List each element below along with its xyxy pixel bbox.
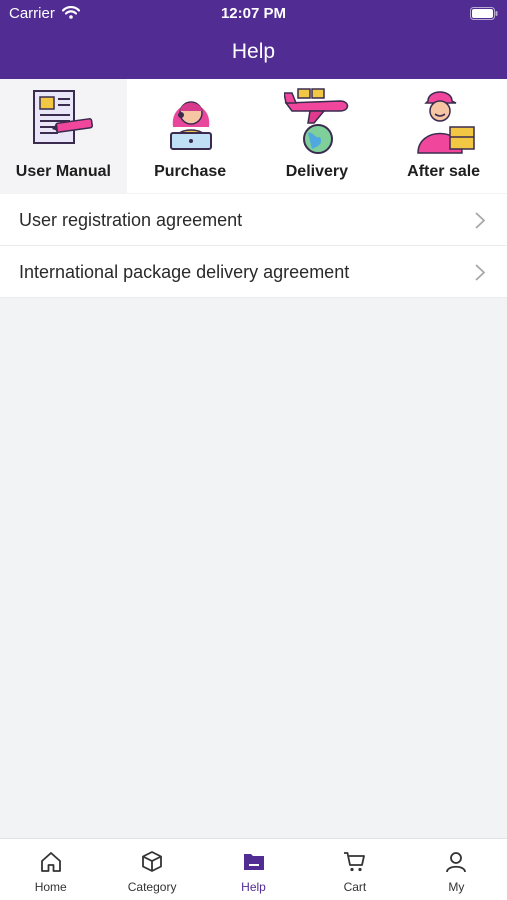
category-label: Delivery [285,163,348,180]
chevron-right-icon [475,212,485,229]
battery-icon [470,7,498,20]
manual-icon [33,90,94,144]
agreement-list: User registration agreement Internationa… [0,194,507,298]
status-bar: Carrier 12:07 PM [0,0,507,28]
list-item-label: User registration agreement [19,210,243,230]
tab-label: Cart [343,880,367,894]
tab-label: Category [127,880,177,894]
help-icon [243,854,264,870]
category-delivery[interactable]: Delivery [254,79,381,193]
list-item-international-delivery[interactable]: International package delivery agreement [0,246,507,298]
category-icon [142,851,163,872]
category-purchase[interactable]: Purchase [127,79,254,193]
status-time: 12:07 PM [220,5,287,22]
help-category-bar: User Manual Purchase Delivery After sale [0,79,507,193]
chevron-right-icon [475,264,485,281]
app-header: Carrier 12:07 PM Help [0,0,507,79]
user-icon [446,852,467,873]
tab-label: My [448,880,465,894]
category-after-sale[interactable]: After sale [380,79,507,193]
home-icon [40,852,61,872]
tab-label: Home [34,880,67,894]
tab-my[interactable]: My [406,839,507,900]
delivery-icon [283,88,348,154]
tab-category[interactable]: Category [101,839,202,900]
tab-help[interactable]: Help [203,839,304,900]
category-user-manual[interactable]: User Manual [0,79,127,193]
after-sale-icon [417,91,475,154]
tab-cart[interactable]: Cart [304,839,405,900]
category-label: Purchase [154,163,227,180]
category-label: User Manual [15,163,111,180]
list-item-user-registration[interactable]: User registration agreement [0,194,507,246]
tab-label: Help [241,880,266,894]
page-title: Help [231,40,276,63]
purchase-icon [169,101,212,150]
list-item-label: International package delivery agreement [19,262,350,282]
bottom-tab-bar: Home Category Help Cart My [0,838,507,900]
cart-icon [343,852,365,872]
category-label: After sale [407,163,481,180]
tab-home[interactable]: Home [0,839,101,900]
